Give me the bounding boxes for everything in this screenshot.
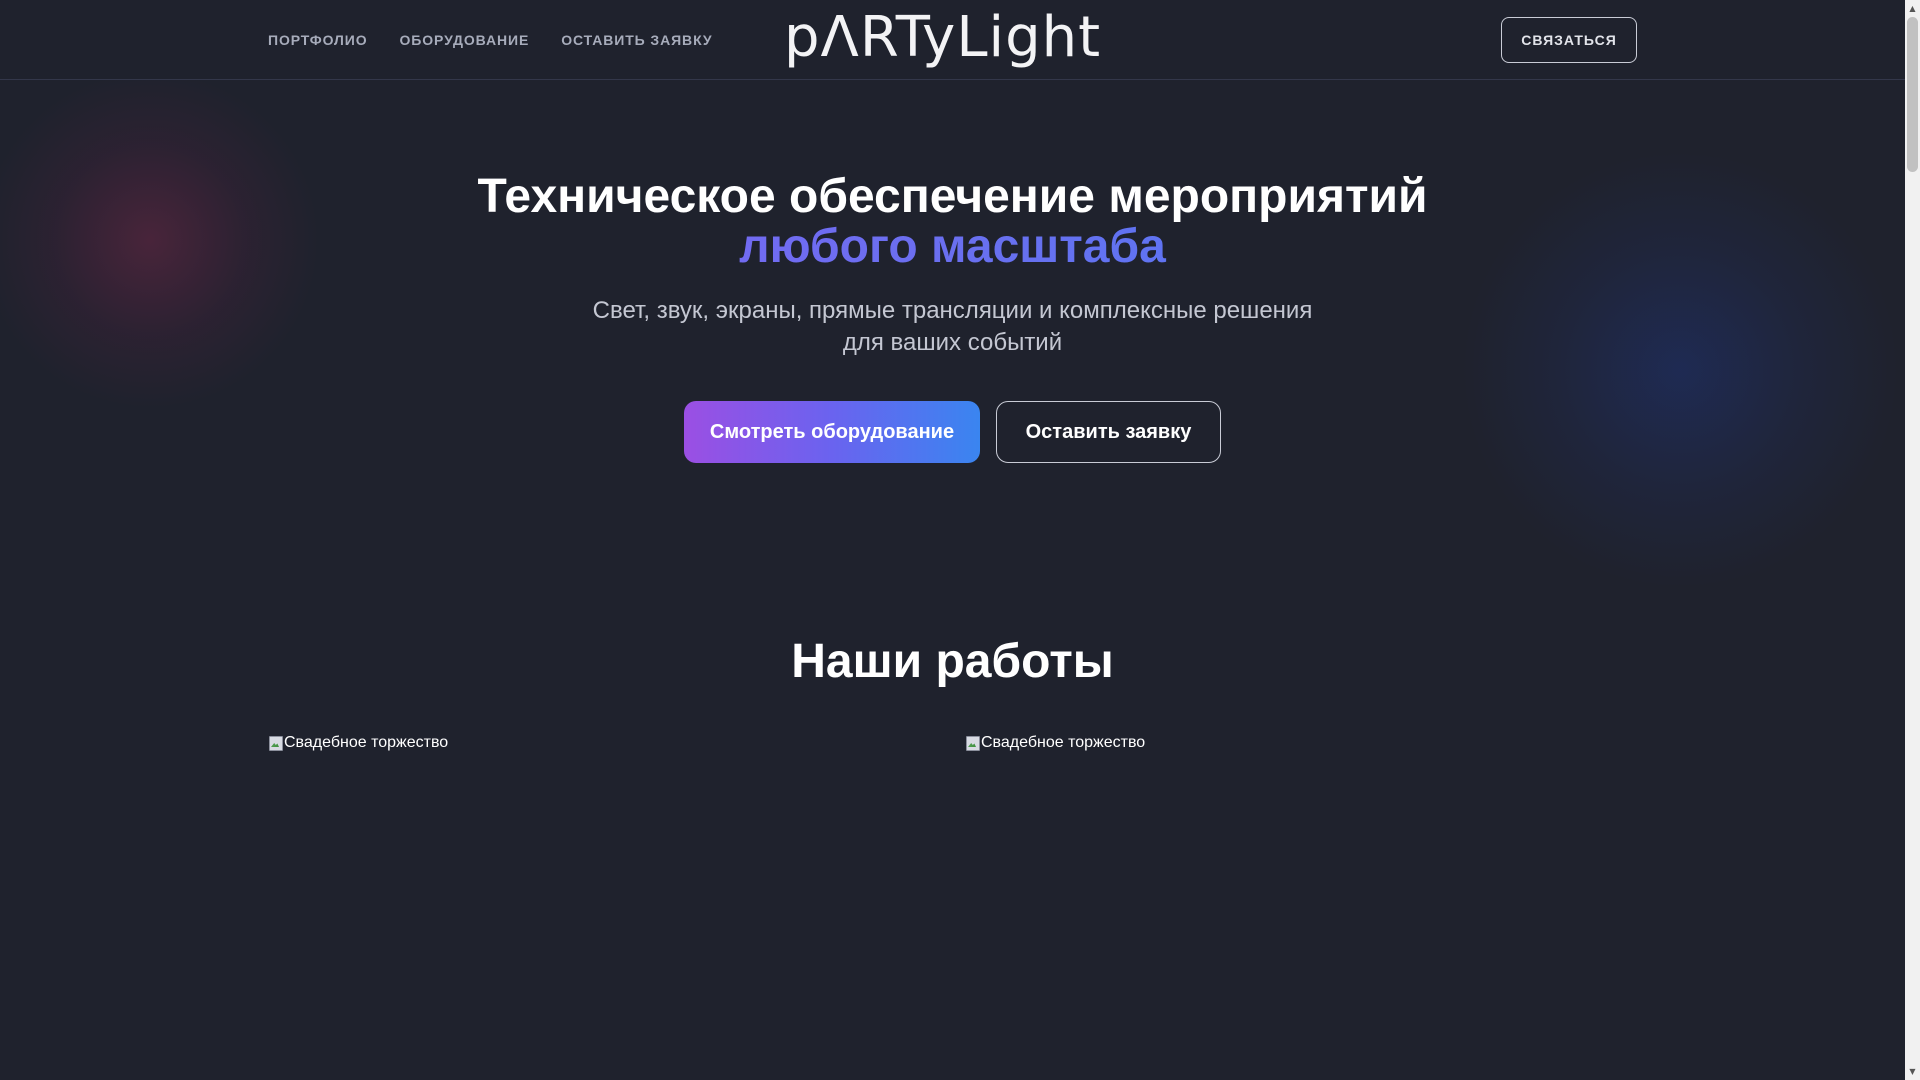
- work-image: Свадебное торжество: [965, 734, 1605, 752]
- work-image-alt: Свадебное торжество: [284, 734, 449, 751]
- site-header: ПОРТФОЛИО ОБОРУДОВАНИЕ ОСТАВИТЬ ЗАЯВКУ p…: [0, 0, 1905, 80]
- hero-title-accent: любого масштаба: [0, 222, 1905, 272]
- view-equipment-button[interactable]: Смотреть оборудование: [684, 401, 980, 463]
- contact-button[interactable]: СВЯЗАТЬСЯ: [1501, 17, 1637, 63]
- scrollbar-thumb[interactable]: [1907, 17, 1918, 172]
- brand-logo[interactable]: pΛRTyLight: [784, 10, 1101, 66]
- nav-link-equipment[interactable]: ОБОРУДОВАНИЕ: [400, 32, 530, 48]
- nav-link-portfolio[interactable]: ПОРТФОЛИО: [268, 32, 368, 48]
- hero-subtitle-line2: для ваших событий: [842, 329, 1063, 356]
- broken-image-icon: [965, 735, 981, 751]
- leave-request-button[interactable]: Оставить заявку: [996, 401, 1221, 463]
- hero-subtitle-line1: Свет, звук, экраны, прямые трансляции и …: [592, 297, 1313, 324]
- scroll-up-arrow-icon[interactable]: ▲: [1905, 0, 1920, 17]
- hero-title-line1: Техническое обеспечение мероприятий: [477, 170, 1428, 223]
- hero-title: Техническое обеспечение мероприятий любо…: [0, 172, 1905, 272]
- vertical-scrollbar[interactable]: ▲ ▼: [1905, 0, 1920, 1080]
- work-image-alt: Свадебное торжество: [981, 734, 1146, 751]
- work-card[interactable]: Свадебное торжество: [965, 734, 1605, 1080]
- page: ПОРТФОЛИО ОБОРУДОВАНИЕ ОСТАВИТЬ ЗАЯВКУ p…: [0, 0, 1905, 1080]
- work-card[interactable]: Свадебное торжество: [268, 734, 908, 1080]
- nav-link-request[interactable]: ОСТАВИТЬ ЗАЯВКУ: [561, 32, 712, 48]
- work-image: Свадебное торжество: [268, 734, 908, 752]
- scroll-down-arrow-icon[interactable]: ▼: [1905, 1063, 1920, 1080]
- broken-image-icon: [268, 735, 284, 751]
- main-nav: ПОРТФОЛИО ОБОРУДОВАНИЕ ОСТАВИТЬ ЗАЯВКУ: [268, 0, 712, 80]
- hero-subtitle: Свет, звук, экраны, прямые трансляции и …: [560, 295, 1345, 359]
- works-section-title: Наши работы: [791, 635, 1114, 688]
